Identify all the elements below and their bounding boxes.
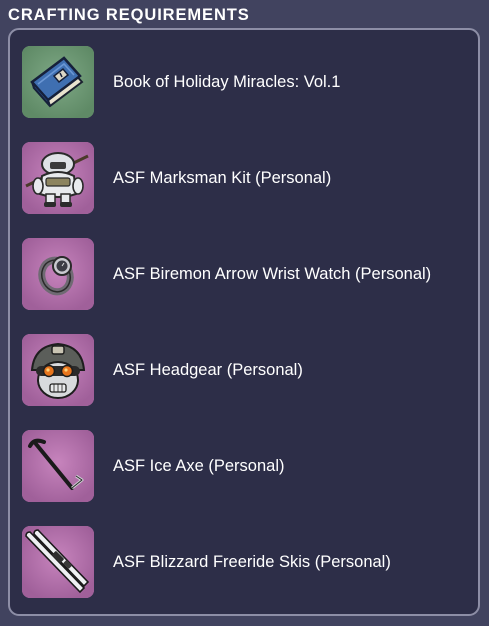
- item-name: ASF Headgear (Personal): [113, 361, 303, 379]
- headgear-icon: [22, 334, 94, 406]
- requirement-item-wrist-watch[interactable]: ASF Biremon Arrow Wrist Watch (Personal): [22, 238, 472, 312]
- requirement-item-marksman-kit[interactable]: ASF Marksman Kit (Personal): [22, 142, 472, 216]
- item-icon-tile: [22, 334, 94, 406]
- item-name: ASF Marksman Kit (Personal): [113, 169, 332, 187]
- item-icon-tile: [22, 526, 94, 598]
- item-icon-tile: [22, 142, 94, 214]
- requirement-item-skis[interactable]: ASF Blizzard Freeride Skis (Personal): [22, 526, 472, 600]
- item-name: ASF Blizzard Freeride Skis (Personal): [113, 553, 391, 571]
- requirements-panel: Book of Holiday Miracles: Vol.1 ASF Mark…: [8, 28, 480, 616]
- requirement-item-ice-axe[interactable]: ASF Ice Axe (Personal): [22, 430, 472, 504]
- section-title: CRAFTING REQUIREMENTS: [8, 6, 250, 24]
- requirement-item-book[interactable]: Book of Holiday Miracles: Vol.1: [22, 46, 472, 120]
- item-icon-tile: [22, 430, 94, 502]
- skis-icon: [22, 526, 94, 598]
- item-name: ASF Ice Axe (Personal): [113, 457, 285, 475]
- blue-book-icon: [22, 46, 94, 118]
- item-icon-tile: [22, 46, 94, 118]
- item-name: ASF Biremon Arrow Wrist Watch (Personal): [113, 265, 432, 283]
- item-icon-tile: [22, 238, 94, 310]
- ice-axe-icon: [22, 430, 94, 502]
- marksman-kit-icon: [22, 142, 94, 214]
- item-name: Book of Holiday Miracles: Vol.1: [113, 73, 341, 91]
- wrist-watch-icon: [22, 238, 94, 310]
- requirement-item-headgear[interactable]: ASF Headgear (Personal): [22, 334, 472, 408]
